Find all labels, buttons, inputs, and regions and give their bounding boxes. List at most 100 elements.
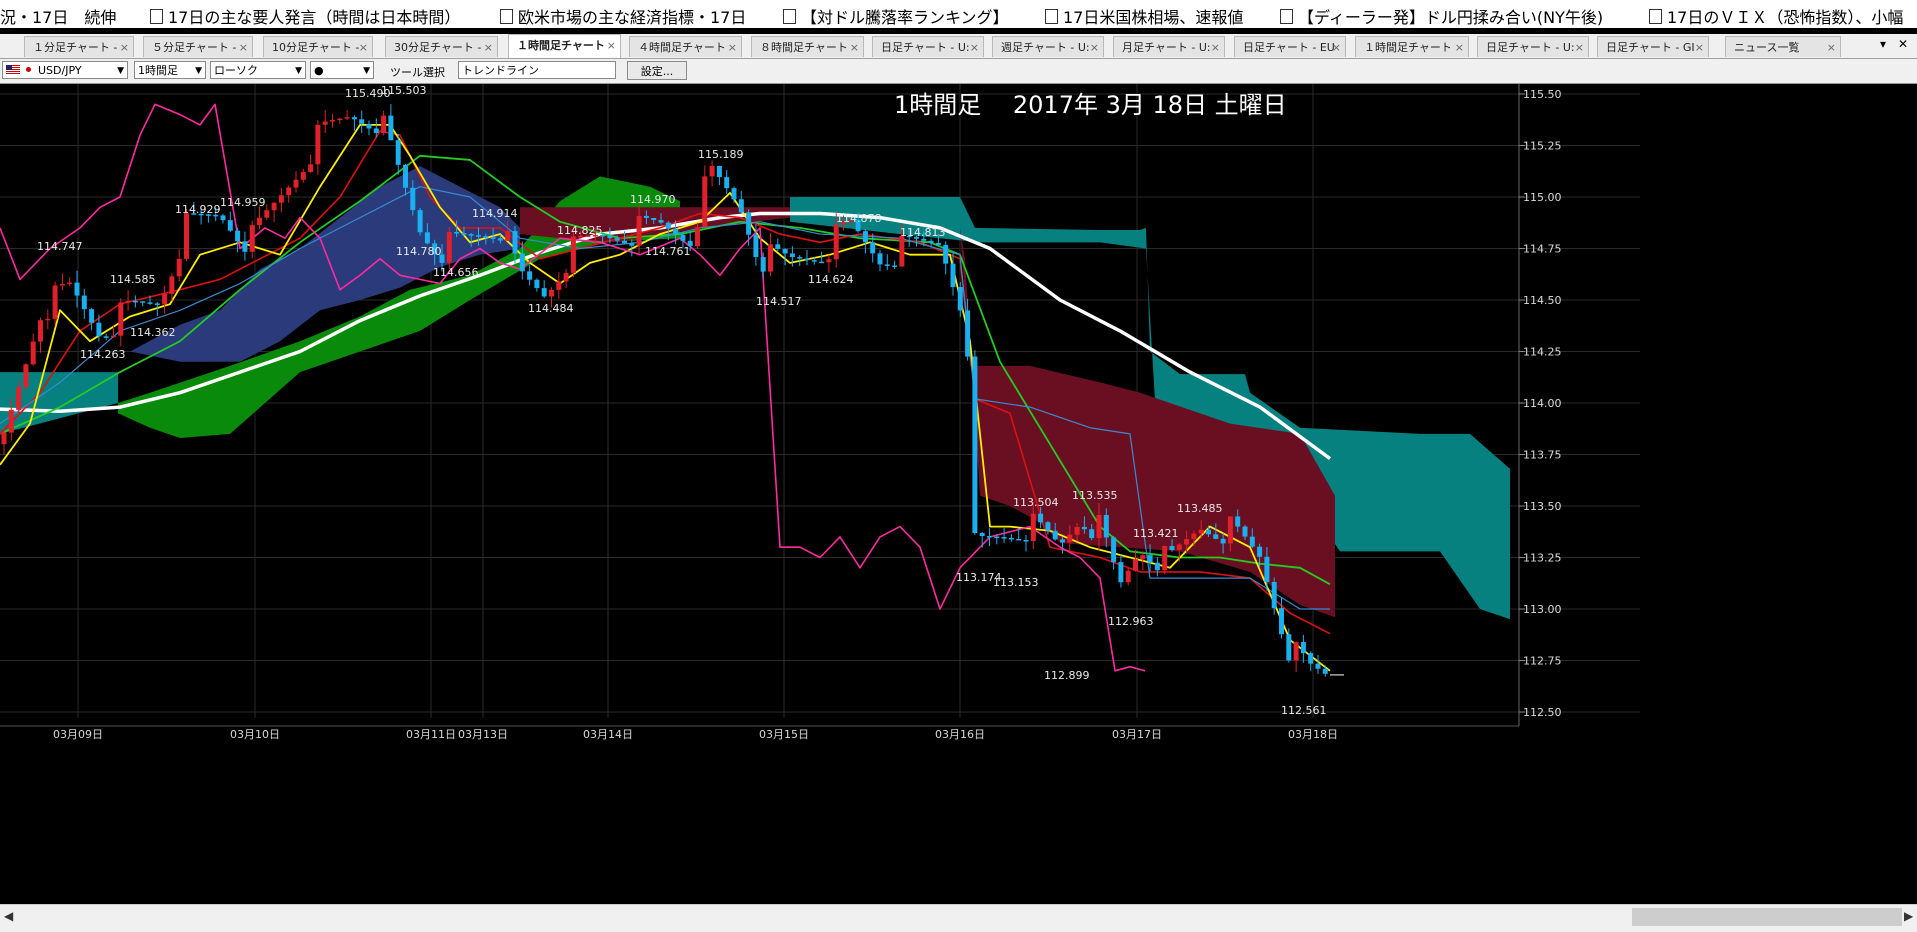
candle-body [468, 234, 474, 236]
news-headline: 17日米国株相場、速報値 [1063, 8, 1244, 27]
close-icon[interactable]: × [484, 37, 493, 57]
close-icon[interactable]: × [1695, 37, 1704, 57]
candle-body [957, 287, 963, 311]
x-tick-label: 03月16日 [935, 728, 985, 741]
price-annotation: 114.517 [756, 295, 802, 308]
scroll-left-icon[interactable]: ◀ [4, 909, 13, 923]
y-tick-label: 114.75 [1523, 243, 1562, 256]
settings-button[interactable]: 設定... [627, 61, 687, 80]
close-icon[interactable]: × [359, 37, 368, 57]
candle-body [162, 293, 168, 305]
tab-list-chevron-icon[interactable]: ▾ [1880, 37, 1886, 51]
tab-chart[interactable]: 日足チャート - U: × [1477, 36, 1589, 57]
close-icon[interactable]: × [1211, 37, 1220, 57]
tool-select-field[interactable]: トレンドライン [458, 61, 616, 79]
tab-close-icon[interactable]: ✕ [1898, 37, 1908, 51]
price-annotation: 113.535 [1072, 489, 1118, 502]
x-tick-label: 03月11日 [406, 728, 456, 741]
news-item[interactable]: 17日米国株相場、速報値 [1045, 4, 1243, 28]
tab-chart[interactable]: 30分足チャート - × [385, 36, 498, 57]
candle-body [1191, 533, 1197, 540]
candle-body [1089, 529, 1095, 539]
tab-chart[interactable]: 日足チャート - GI × [1597, 36, 1709, 57]
tab-label: 30分足チャート - [394, 41, 482, 54]
candle-body [1176, 544, 1182, 550]
close-icon[interactable]: × [728, 37, 737, 57]
scroll-thumb[interactable] [1632, 908, 1902, 926]
close-icon[interactable]: × [1455, 37, 1464, 57]
scroll-right-icon[interactable]: ▶ [1904, 909, 1913, 923]
x-tick-label: 03月13日 [458, 728, 508, 741]
close-icon[interactable]: × [850, 37, 859, 57]
chart-style-select[interactable]: ローソク ▼ [210, 61, 306, 79]
y-tick-label: 114.25 [1523, 346, 1562, 359]
candle-body [775, 244, 781, 249]
news-item[interactable]: 況・17日 続伸 [0, 4, 116, 28]
news-headline: 【対ドル騰落率ランキング】 [801, 8, 1009, 27]
close-icon[interactable]: × [1575, 37, 1584, 57]
candle-body [709, 166, 715, 177]
tab-chart[interactable]: １分足チャート - × [24, 36, 134, 57]
candle-body [1052, 530, 1058, 540]
candle-body [1016, 538, 1022, 541]
price-chart[interactable]: 114.747 114.585 114.362 114.263 114.929 114.9… [0, 84, 1917, 904]
candle-body [1279, 608, 1284, 635]
candle-body [330, 120, 335, 122]
close-icon[interactable]: × [607, 35, 616, 56]
candle-body [1118, 562, 1124, 583]
tab-chart[interactable]: 月足チャート - U: × [1113, 36, 1225, 57]
horizontal-scrollbar[interactable]: ◀ ▶ [0, 904, 1917, 932]
candle-body [410, 187, 416, 211]
close-icon[interactable]: × [120, 37, 129, 57]
candle-body [45, 318, 51, 321]
candle-body [8, 409, 14, 433]
tab-label: 日足チャート - U: [881, 41, 970, 54]
close-icon[interactable]: × [1090, 37, 1099, 57]
close-icon[interactable]: × [239, 37, 248, 57]
news-item[interactable]: 欧米市場の主な経済指標・17日 [500, 4, 746, 28]
candle-body [943, 244, 949, 264]
tab-chart[interactable]: ８時間足チャート × [751, 36, 864, 57]
currency-pair-select[interactable]: USD/JPY ▼ [2, 61, 128, 79]
candle-body [220, 215, 226, 221]
candle-body [118, 302, 124, 336]
chart-canvas[interactable]: 114.747114.585114.362114.263114.929114.9… [0, 84, 1917, 904]
tab-chart[interactable]: 日足チャート - EU × [1234, 36, 1346, 57]
candle-body [1227, 516, 1233, 544]
line-style-select[interactable]: ● ▼ [310, 61, 374, 79]
candle-body [1067, 534, 1073, 543]
news-item[interactable]: 【ディーラー発】ドル円揉み合い(NY午後) [1280, 4, 1603, 28]
candle-body [249, 225, 255, 252]
close-icon[interactable]: × [970, 37, 979, 57]
tab-chart[interactable]: ５分足チャート - × [143, 36, 253, 57]
candle-body [636, 215, 642, 246]
candle-body [804, 258, 810, 261]
candle-body [862, 231, 868, 243]
tab-chart[interactable]: ４時間足チャート × [629, 36, 742, 57]
tab-chart[interactable]: １時間足チャート × [508, 34, 621, 58]
close-icon[interactable]: × [1332, 37, 1341, 57]
tab-chart[interactable]: １時間足チャート × [1355, 36, 1469, 57]
price-annotation: 114.970 [630, 193, 676, 206]
y-tick-label: 113.00 [1523, 603, 1562, 616]
tab-chart[interactable]: 日足チャート - U: × [872, 36, 984, 57]
chevron-down-icon: ▼ [295, 66, 302, 76]
news-item[interactable]: 17日のＶＩＸ（恐怖指数）、小幅 [1649, 4, 1903, 28]
candle-body [278, 195, 284, 203]
price-annotation: 114.263 [80, 348, 126, 361]
news-item[interactable]: 【対ドル騰落率ランキング】 [783, 4, 1009, 28]
chart-style-value: ローソク [214, 64, 258, 77]
price-annotation: 114.914 [472, 207, 518, 220]
news-headline: 況・17日 続伸 [0, 8, 117, 27]
tab-chart[interactable]: ニュース一覧 × [1725, 36, 1841, 57]
candle-body [753, 234, 759, 258]
news-item[interactable]: 17日の主な要人発言（時間は日本時間） [150, 4, 460, 28]
candle-body [1206, 529, 1211, 535]
close-icon[interactable]: × [1827, 37, 1836, 57]
candle-body [702, 176, 708, 228]
tab-chart[interactable]: 週足チャート - U: × [992, 36, 1104, 57]
currency-pair-value: USD/JPY [38, 64, 82, 77]
candle-body [1103, 515, 1109, 538]
tab-chart[interactable]: 10分足チャート - × [263, 36, 373, 57]
timeframe-select[interactable]: 1時間足 ▼ [134, 61, 206, 79]
